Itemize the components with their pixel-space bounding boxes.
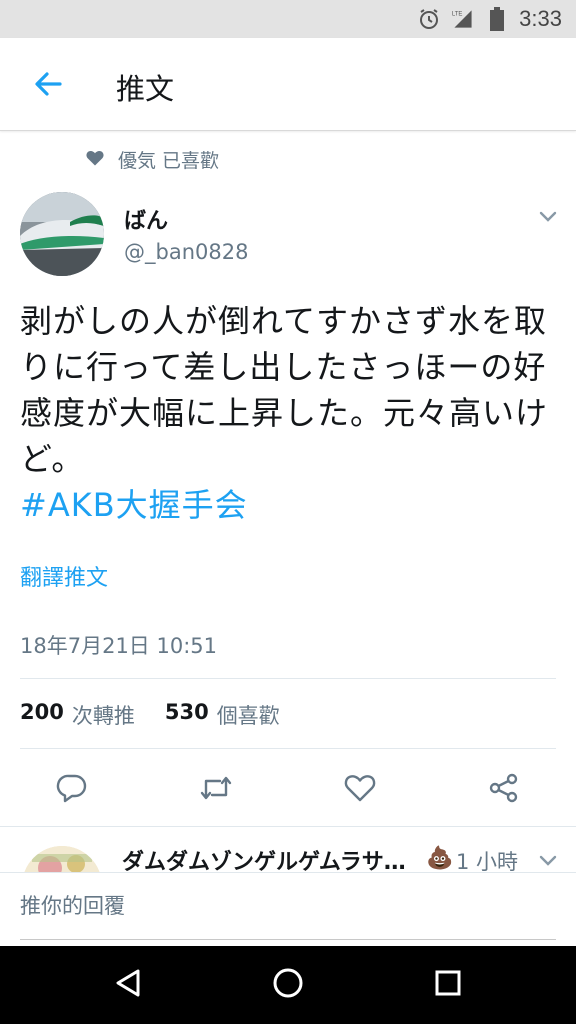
status-bar: LTE 3:33 (0, 0, 576, 38)
share-button[interactable] (484, 770, 524, 810)
social-context[interactable]: 優気 已喜歡 (86, 146, 219, 173)
retweet-icon (198, 773, 234, 807)
nav-home-button[interactable] (268, 965, 308, 1005)
divider (0, 826, 576, 827)
retweet-button[interactable] (196, 770, 236, 810)
divider (20, 678, 556, 679)
like-icon (344, 773, 376, 807)
svg-text:LTE: LTE (452, 12, 463, 18)
alarm-icon (417, 7, 441, 31)
author-name[interactable]: ばん (124, 203, 168, 235)
chevron-down-icon (539, 851, 557, 870)
reply-input[interactable] (20, 873, 556, 940)
hashtag-link[interactable]: #AKB大握手会 (20, 482, 560, 528)
chevron-down-icon (539, 207, 557, 226)
tweet-timestamp: 18年7月21日 10:51 (20, 634, 217, 658)
translate-link[interactable]: 翻譯推文 (20, 560, 108, 592)
retweet-label[interactable]: 次轉推 (72, 700, 135, 730)
tweet-body: 剥がしの人が倒れてすかさず水を取りに行って差し出したさっほーの好感度が大幅に上昇… (20, 302, 549, 478)
share-icon (488, 772, 520, 808)
reply-emoji: 💩 (426, 846, 454, 871)
lte-signal-icon: LTE (451, 7, 475, 31)
divider (20, 748, 556, 749)
system-nav-bar (0, 946, 576, 1024)
compose-bar (0, 872, 576, 947)
social-context-text: 優気 已喜歡 (118, 150, 220, 172)
page-title: 推文 (116, 72, 175, 106)
tweet-menu-button[interactable] (536, 204, 560, 228)
status-time: 3:33 (519, 6, 562, 31)
circle-home-icon (272, 967, 304, 1003)
like-label[interactable]: 個喜歡 (217, 700, 280, 730)
nav-recents-button[interactable] (428, 965, 468, 1005)
heart-icon (86, 149, 104, 171)
retweet-count[interactable]: 200 (20, 700, 64, 730)
battery-icon (485, 7, 509, 31)
triangle-back-icon (114, 968, 142, 1002)
nav-back-button[interactable] (108, 965, 148, 1005)
back-button[interactable] (24, 62, 72, 110)
reply-button[interactable] (52, 770, 92, 810)
app-bar: 推文 (0, 38, 576, 131)
like-count[interactable]: 530 (165, 700, 209, 730)
reply-icon (56, 773, 88, 807)
reply-menu-button[interactable] (536, 848, 560, 872)
tweet-text: 剥がしの人が倒れてすかさず水を取りに行って差し出したさっほーの好感度が大幅に上昇… (20, 298, 560, 528)
arrow-left-icon (32, 68, 64, 104)
square-recents-icon (434, 969, 462, 1001)
author-handle[interactable]: @_ban0828 (124, 240, 248, 264)
tweet-stats: 200 次轉推 530 個喜歡 (20, 700, 280, 730)
author-avatar[interactable] (20, 192, 104, 276)
tweet-actions (0, 770, 576, 810)
like-button[interactable] (340, 770, 380, 810)
